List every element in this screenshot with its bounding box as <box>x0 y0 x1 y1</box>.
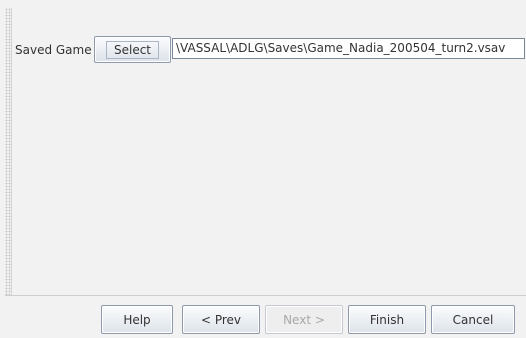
prev-button[interactable]: < Prev <box>182 305 260 334</box>
select-button-label: Select <box>105 40 160 59</box>
next-button[interactable]: Next > <box>265 305 343 334</box>
left-dotted-border <box>5 8 12 295</box>
button-bar-separator <box>5 295 526 296</box>
select-button[interactable]: Select <box>94 36 171 63</box>
cancel-button[interactable]: Cancel <box>431 305 515 334</box>
saved-game-label: Saved Game <box>15 43 92 57</box>
wizard-dialog: Saved Game Select \VASSAL\ADLG\Saves\Gam… <box>0 0 526 338</box>
finish-button[interactable]: Finish <box>348 305 426 334</box>
help-button[interactable]: Help <box>101 305 173 334</box>
saved-game-path-field[interactable]: \VASSAL\ADLG\Saves\Game_Nadia_200504_tur… <box>172 38 525 59</box>
